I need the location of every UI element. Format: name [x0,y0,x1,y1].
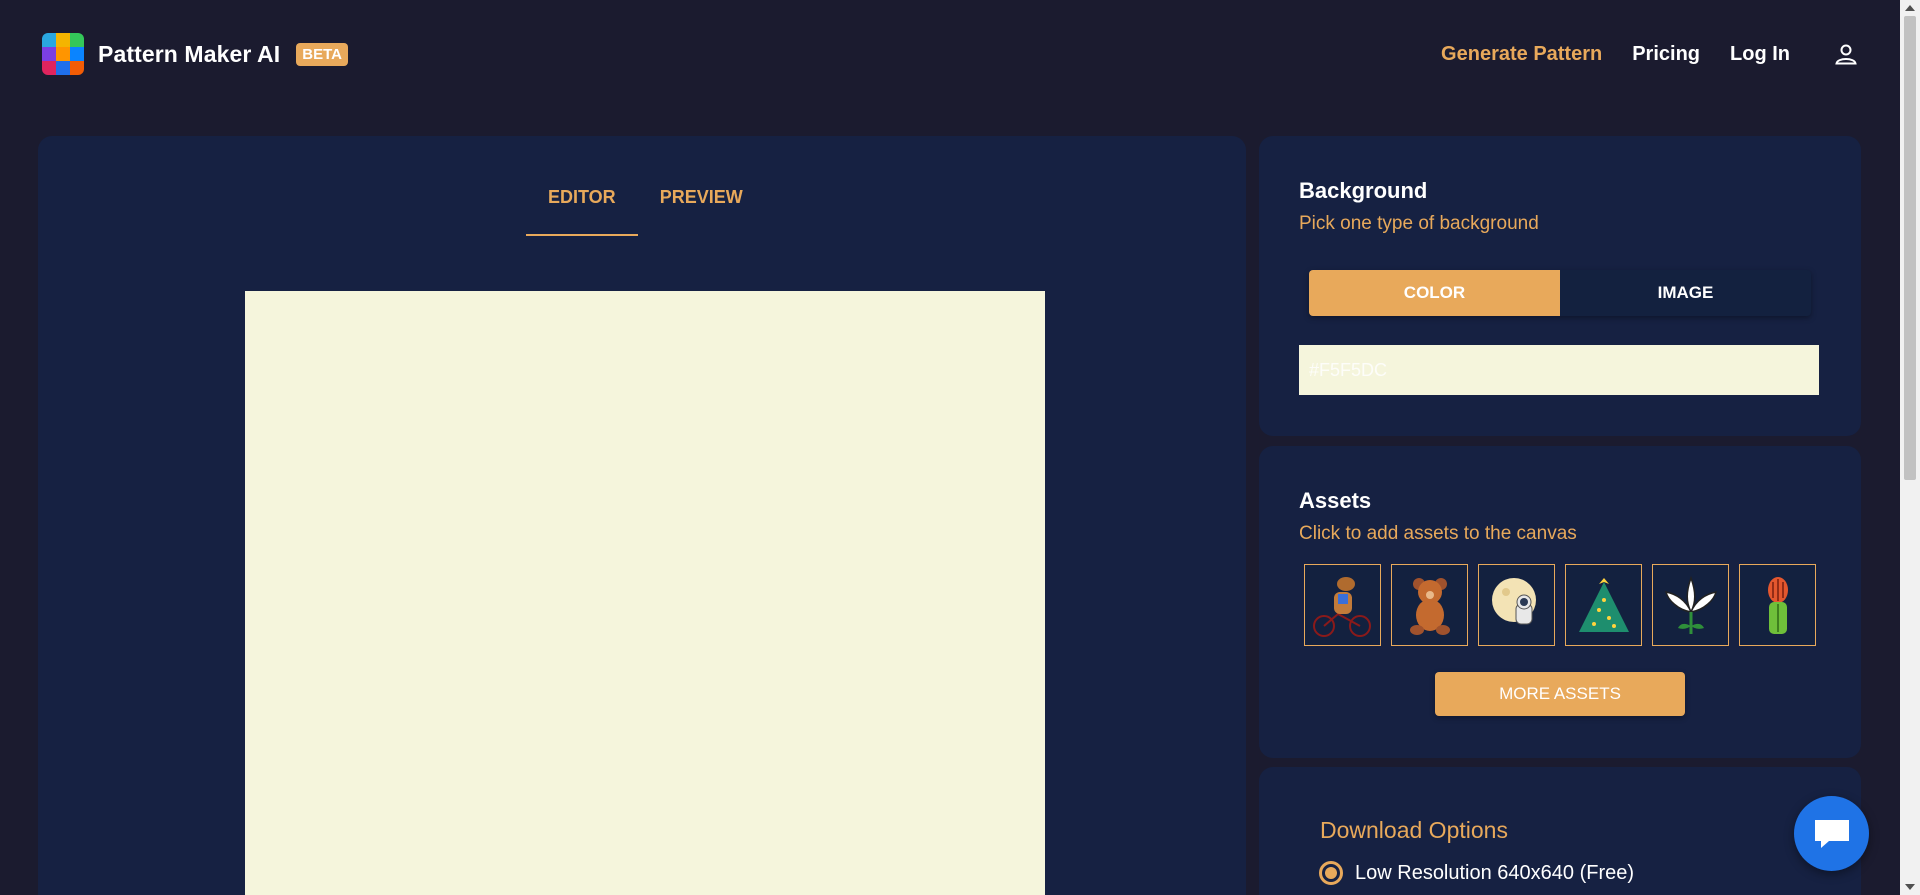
main-nav: Generate Pattern Pricing Log In [1441,40,1860,68]
scroll-up-arrow-icon[interactable] [1905,5,1915,11]
scroll-down-arrow-icon[interactable] [1905,884,1915,890]
asset-horse-on-bicycle-icon[interactable] [1304,564,1381,646]
scroll-thumb[interactable] [1904,16,1916,480]
asset-lily-flower-icon[interactable] [1652,564,1729,646]
download-options-card: Download Options Low Resolution 640x640 … [1259,767,1861,895]
nav-generate-pattern[interactable]: Generate Pattern [1441,43,1602,66]
editor-tabs: EDITOR PREVIEW [526,180,765,236]
assets-list [1304,564,1816,646]
tab-editor[interactable]: EDITOR [526,180,638,236]
more-assets-button[interactable]: MORE ASSETS [1435,672,1685,716]
brand[interactable]: Pattern Maker AI BETA [42,33,348,75]
background-color-input[interactable] [1299,345,1819,395]
beta-badge: BETA [296,42,348,66]
chat-bubble-icon [1814,819,1849,848]
logo-mosaic-icon [42,33,84,75]
background-subtitle: Pick one type of background [1299,213,1539,234]
background-card: Background Pick one type of background C… [1259,136,1861,436]
background-type-toggle: COLOR IMAGE [1309,270,1811,316]
page-scrollbar[interactable] [1900,0,1920,895]
nav-pricing[interactable]: Pricing [1632,43,1700,66]
brand-name: Pattern Maker AI [98,40,281,67]
asset-teddy-bear-icon[interactable] [1391,564,1468,646]
asset-astronaut-moon-icon[interactable] [1478,564,1555,646]
asset-christmas-tree-icon[interactable] [1565,564,1642,646]
assets-subtitle: Click to add assets to the canvas [1299,523,1577,544]
radio-selected-icon[interactable] [1319,861,1343,885]
tab-preview[interactable]: PREVIEW [638,180,765,236]
nav-login[interactable]: Log In [1730,43,1790,66]
user-icon[interactable] [1832,40,1860,68]
chat-button[interactable] [1794,796,1869,871]
download-option-low-res[interactable]: Low Resolution 640x640 (Free) [1319,861,1634,885]
asset-cactus-flower-icon[interactable] [1739,564,1816,646]
editor-panel: EDITOR PREVIEW [38,136,1246,895]
color-toggle-button[interactable]: COLOR [1309,270,1560,316]
assets-title: Assets [1299,488,1372,513]
assets-card: Assets Click to add assets to the canvas [1259,446,1861,758]
background-title: Background [1299,178,1428,203]
pattern-canvas[interactable] [245,291,1045,895]
site-header: Pattern Maker AI BETA Generate Pattern P… [0,0,1900,110]
image-toggle-button[interactable]: IMAGE [1560,270,1811,316]
download-option-label: Low Resolution 640x640 (Free) [1355,861,1635,884]
download-options-title: Download Options [1320,817,1508,843]
